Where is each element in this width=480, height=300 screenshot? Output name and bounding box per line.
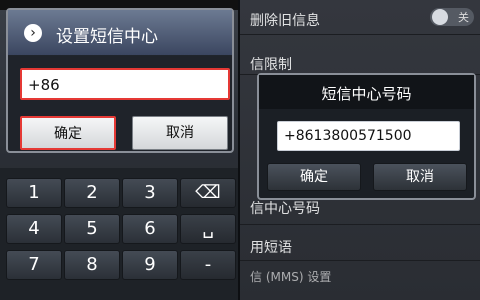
cancel-button[interactable]: 取消 bbox=[132, 116, 228, 150]
list-separator bbox=[240, 224, 480, 225]
confirm-button[interactable]: 确定 bbox=[267, 163, 361, 191]
list-separator bbox=[240, 34, 480, 35]
menu-item-common-phrases[interactable]: 用短语 bbox=[250, 237, 292, 257]
menu-item-sms-center[interactable]: 信中心号码 bbox=[250, 198, 320, 218]
toggle-label: 关 bbox=[458, 11, 469, 24]
sms-center-dialog: › 设置短信中心 +86 确定 取消 bbox=[6, 8, 234, 153]
key-3[interactable]: 3 bbox=[122, 178, 178, 208]
menu-section-mms: 信 (MMS) 设置 bbox=[250, 270, 332, 284]
chevron-right-icon: › bbox=[24, 24, 42, 42]
sms-center-number-input[interactable]: +8613800571500 bbox=[277, 121, 460, 151]
key-2[interactable]: 2 bbox=[64, 178, 120, 208]
key-6[interactable]: 6 bbox=[122, 214, 178, 244]
dialog-title: 设置短信中心 bbox=[56, 27, 158, 47]
toggle-knob bbox=[432, 9, 448, 25]
numeric-keypad: 1 2 3 ⌫ 4 5 6 ␣ 7 8 9 - bbox=[0, 168, 240, 300]
dialog-titlebar: › 设置短信中心 bbox=[8, 10, 232, 56]
sms-center-number-dialog: 短信中心号码 +8613800571500 确定 取消 bbox=[257, 73, 476, 200]
menu-item-delete-old[interactable]: 删除旧信息 bbox=[250, 10, 320, 30]
backspace-icon[interactable]: ⌫ bbox=[180, 178, 236, 208]
key-5[interactable]: 5 bbox=[64, 214, 120, 244]
sms-center-input[interactable]: +86 bbox=[20, 68, 230, 100]
key-7[interactable]: 7 bbox=[6, 250, 62, 280]
list-separator bbox=[240, 260, 480, 261]
key-9[interactable]: 9 bbox=[122, 250, 178, 280]
dash-key[interactable]: - bbox=[180, 250, 236, 280]
cancel-button[interactable]: 取消 bbox=[373, 163, 467, 191]
left-screen: › 设置短信中心 +86 确定 取消 1 2 3 ⌫ 4 5 6 ␣ 7 8 9… bbox=[0, 0, 240, 300]
confirm-button[interactable]: 确定 bbox=[20, 116, 116, 150]
menu-item-sms-limit[interactable]: 信限制 bbox=[250, 54, 292, 74]
space-icon[interactable]: ␣ bbox=[180, 214, 236, 244]
delete-old-toggle[interactable]: 关 bbox=[430, 8, 474, 26]
screenshot-root: › 设置短信中心 +86 确定 取消 1 2 3 ⌫ 4 5 6 ␣ 7 8 9… bbox=[0, 0, 480, 300]
dialog-titlebar: 短信中心号码 bbox=[259, 75, 474, 109]
key-1[interactable]: 1 bbox=[6, 178, 62, 208]
key-8[interactable]: 8 bbox=[64, 250, 120, 280]
key-4[interactable]: 4 bbox=[6, 214, 62, 244]
dialog-title: 短信中心号码 bbox=[321, 85, 412, 103]
